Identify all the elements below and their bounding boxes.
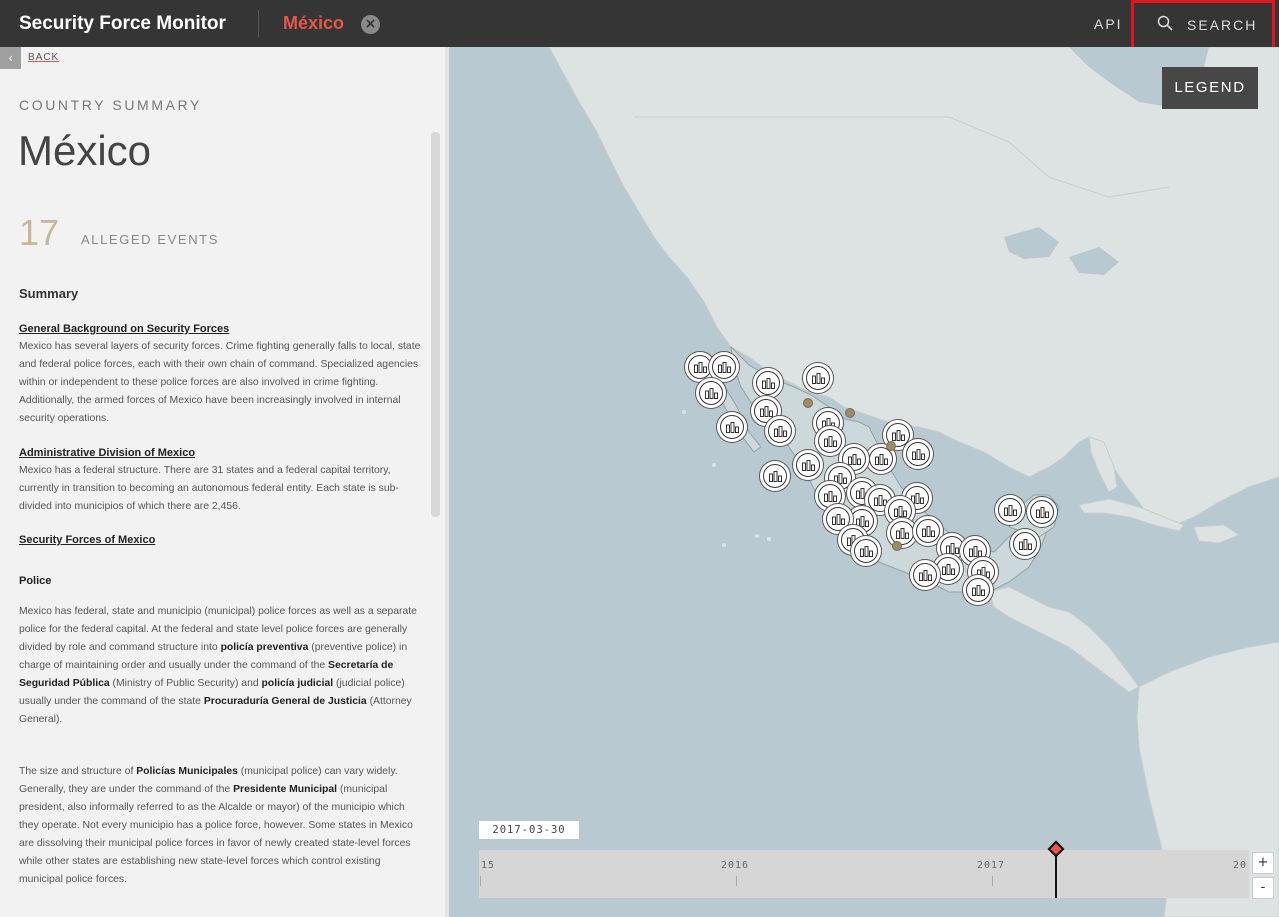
event-marker[interactable] — [696, 378, 726, 408]
island — [682, 410, 686, 414]
top-nav-bar: Security Force Monitor México × API SEAR… — [0, 0, 1279, 47]
country-summary-panel: ‹ BACK COUNTRY SUMMARY México 17 ALLEGED… — [0, 47, 445, 917]
scrollbar-thumb[interactable] — [431, 132, 440, 517]
timeline-handle-line — [1055, 852, 1057, 898]
land-central-america — [988, 586, 1140, 693]
section-text-administrative-division: Mexico has a federal structure. There ar… — [19, 465, 399, 512]
timeline-zoom-in-button[interactable]: + — [1252, 852, 1274, 874]
event-marker-icon — [756, 371, 780, 395]
section-link-general-background[interactable]: General Background on Security Forces — [19, 323, 229, 335]
section-eyebrow: COUNTRY SUMMARY — [19, 97, 202, 113]
location-dot[interactable] — [803, 398, 813, 408]
event-marker-icon — [712, 355, 736, 379]
term-procuraduria: Procuraduría General de Justicia — [203, 696, 367, 707]
summary-heading: Summary — [19, 286, 79, 301]
event-count: 17 — [19, 212, 60, 253]
event-marker[interactable] — [963, 575, 993, 605]
event-marker-icon — [768, 419, 792, 443]
location-dot[interactable] — [892, 541, 902, 551]
police-heading: Police — [19, 575, 52, 587]
event-marker[interactable] — [903, 439, 933, 469]
location-dot[interactable] — [845, 408, 855, 418]
selected-country-label: México — [283, 13, 345, 33]
event-marker[interactable] — [717, 412, 747, 442]
tick-label: 2016 — [721, 860, 750, 871]
police-paragraph-2: The size and structure of Policías Munic… — [19, 763, 425, 889]
event-marker-icon — [906, 442, 930, 466]
event-marker-icon — [916, 519, 940, 543]
tick-label: 20 — [1233, 860, 1248, 871]
tick-label: 15 — [481, 860, 496, 871]
term-policias-municipales: Policías Municipales — [136, 766, 238, 777]
land-hispaniola — [1193, 524, 1241, 544]
clear-country-button[interactable]: × — [361, 15, 380, 34]
event-marker-icon — [818, 429, 842, 453]
event-marker[interactable] — [793, 450, 823, 480]
police-paragraph-1: Mexico has federal, state and municipio … — [19, 603, 425, 729]
island — [712, 463, 716, 467]
page-title: México — [18, 127, 152, 174]
event-marker-icon — [998, 498, 1022, 522]
event-marker[interactable] — [851, 536, 881, 566]
event-marker-icon — [806, 366, 830, 390]
tick-mark — [736, 876, 737, 886]
current-date-label: 2017-03-30 — [479, 821, 579, 839]
event-marker-icon — [699, 381, 723, 405]
event-marker-icon — [854, 539, 878, 563]
term-policia-judicial: policía judicial — [261, 678, 334, 689]
island — [767, 537, 771, 541]
event-marker-icon — [720, 415, 744, 439]
event-marker-icon — [1030, 500, 1054, 524]
back-link[interactable]: BACK — [28, 52, 59, 63]
section-link-security-forces[interactable]: Security Forces of Mexico — [19, 534, 155, 546]
timeline-zoom-out-button[interactable]: - — [1252, 877, 1274, 899]
term-policia-preventiva: policía preventiva — [220, 642, 309, 653]
island — [722, 543, 726, 547]
term-presidente-municipal: Presidente Municipal — [233, 784, 338, 795]
event-marker-icon — [913, 563, 937, 587]
text-run: The size and structure of — [19, 766, 137, 777]
section-text-general-background: Mexico has several layers of security fo… — [19, 341, 421, 424]
text-run: (municipal president, also informally re… — [19, 784, 413, 885]
timeline-slider[interactable]: 15 2016 2017 20 — [479, 850, 1249, 898]
back-arrow-icon[interactable]: ‹ — [0, 47, 21, 69]
legend-button[interactable]: LEGEND — [1162, 67, 1258, 109]
location-dot[interactable] — [886, 441, 896, 451]
tick-mark — [992, 876, 993, 886]
header-divider — [258, 10, 259, 37]
section-link-administrative-division[interactable]: Administrative Division of Mexico — [19, 447, 195, 459]
event-marker[interactable] — [1010, 529, 1040, 559]
site-title[interactable]: Security Force Monitor — [19, 13, 226, 35]
tick-mark — [480, 876, 481, 886]
tick-label: 2017 — [977, 860, 1006, 871]
event-marker-icon — [763, 464, 787, 488]
event-marker-icon — [966, 578, 990, 602]
api-link[interactable]: API — [1094, 16, 1123, 32]
event-marker[interactable] — [803, 363, 833, 393]
event-marker[interactable] — [760, 461, 790, 491]
event-marker-icon — [796, 453, 820, 477]
event-marker[interactable] — [995, 495, 1025, 525]
event-marker[interactable] — [753, 368, 783, 398]
event-marker[interactable] — [765, 416, 795, 446]
event-marker[interactable] — [1027, 497, 1057, 527]
event-marker[interactable] — [910, 560, 940, 590]
event-count-label: ALLEGED EVENTS — [81, 232, 219, 247]
event-marker-icon — [1013, 532, 1037, 556]
island — [755, 534, 759, 538]
text-run: (Ministry of Public Security) and — [109, 678, 262, 689]
